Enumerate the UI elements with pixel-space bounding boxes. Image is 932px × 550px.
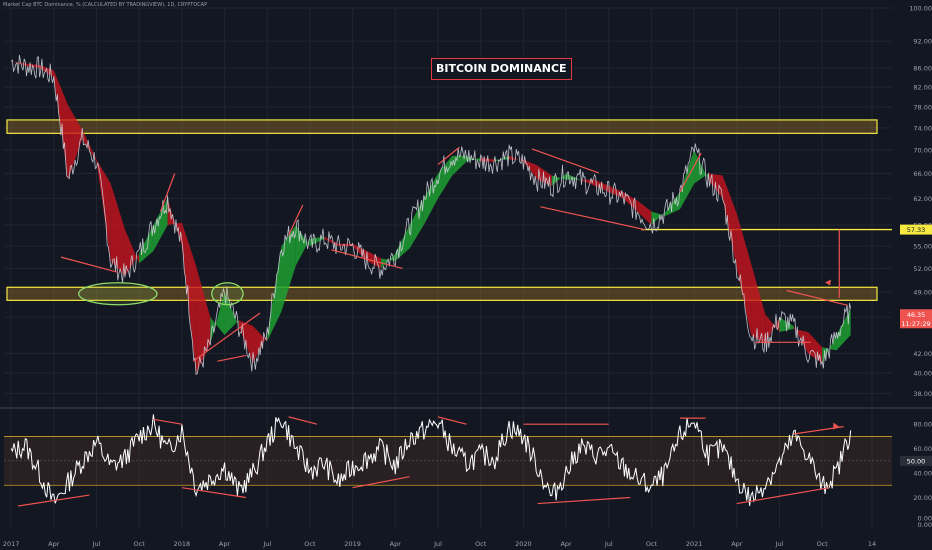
ribbon-segment [566, 173, 581, 180]
time-axis-label: 2017 [3, 540, 20, 548]
time-axis-label: 14 [868, 540, 876, 548]
rsi-axis-label: 80.00 [913, 421, 932, 429]
chart-title: BITCOIN DOMINANCE [431, 58, 572, 80]
price-line [10, 54, 852, 376]
time-axis-label: 2019 [344, 540, 361, 548]
time-axis-label: Oct [817, 540, 829, 548]
price-axis-label: 55.00 [913, 243, 932, 251]
time-axis-label: Jul [775, 540, 784, 548]
time-axis-label: Jul [92, 540, 101, 548]
price-tag-label: 46.35 [907, 311, 926, 319]
time-axis-label: Apr [560, 540, 572, 548]
chart-canvas[interactable]: 100.00 92.00 86.00 82.00 78.00 74.00 70.00 66.0… [0, 0, 932, 550]
price-axis-label: 78.00 [913, 103, 932, 111]
rsi-arrow-marker [833, 422, 840, 430]
time-axis-label: 2020 [515, 540, 532, 548]
price-tag-label: 11:27:29 [901, 320, 930, 328]
price-axis-label: 38.00 [913, 390, 932, 398]
time-axis-label: Oct [475, 540, 487, 548]
rsi-trendline [181, 487, 246, 499]
rsi-axis-label: 0.00 [918, 521, 932, 529]
ribbon-segment [637, 200, 652, 225]
time-axis-label: 2021 [686, 540, 703, 548]
ribbon-segment [253, 326, 268, 364]
price-axis-label: 66.00 [913, 170, 932, 178]
price-axis-label: 40.00 [913, 369, 932, 377]
time-axis-label: Apr [219, 540, 231, 548]
trendline [60, 256, 118, 273]
rsi-axis-label: 60.00 [913, 445, 932, 453]
time-axis-label: Oct [134, 540, 146, 548]
time-axis-label: Jul [433, 540, 442, 548]
time-axis-label: Apr [731, 540, 743, 548]
rsi-axis-label: 40.00 [913, 470, 932, 478]
price-axis-label: 70.00 [913, 147, 932, 155]
price-axis-label: 82.00 [913, 84, 932, 92]
highlight-ellipse [211, 282, 244, 306]
rsi-value-label: 50.00 [907, 457, 926, 465]
resistance-band [6, 119, 878, 134]
price-tag-label: 57.33 [907, 226, 926, 234]
price-axis-label: 49.00 [913, 289, 932, 297]
trendline [540, 206, 646, 231]
price-axis-label: 52.00 [913, 265, 932, 273]
price-axis-label: 42.00 [913, 350, 932, 358]
time-axis-label: Apr [48, 540, 60, 548]
price-axis-label: 100.00 [909, 5, 932, 13]
symbol-header: Market Cap BTC Dominance, % (CALCULATED … [3, 2, 208, 8]
arrow-marker [825, 279, 832, 286]
rsi-trendline [537, 496, 631, 505]
rsi-axis-label: 20.00 [913, 494, 932, 502]
price-axis-label: 74.00 [913, 124, 932, 132]
time-axis-label: Oct [646, 540, 658, 548]
time-axis-label: Jul [604, 540, 613, 548]
ribbon-segment [153, 198, 168, 251]
ema-ribbon [11, 61, 851, 373]
price-axis-label: 86.00 [913, 65, 932, 73]
ribbon-segment [139, 224, 154, 264]
time-axis-label: Apr [390, 540, 402, 548]
ribbon-segment [395, 224, 410, 261]
highlight-ellipse [78, 282, 158, 306]
rsi-trendline [153, 418, 182, 425]
ribbon-segment [110, 183, 125, 277]
rsi-trendline [288, 416, 318, 425]
ribbon-segment [751, 263, 766, 345]
trendline [217, 354, 247, 362]
price-axis-label: 62.00 [913, 195, 932, 203]
time-axis-label: Oct [304, 540, 316, 548]
ribbon-segment [722, 175, 737, 269]
time-axis-label: Jul [262, 540, 271, 548]
price-axis-label: 92.00 [913, 38, 932, 46]
time-axis-label: 2018 [174, 540, 191, 548]
